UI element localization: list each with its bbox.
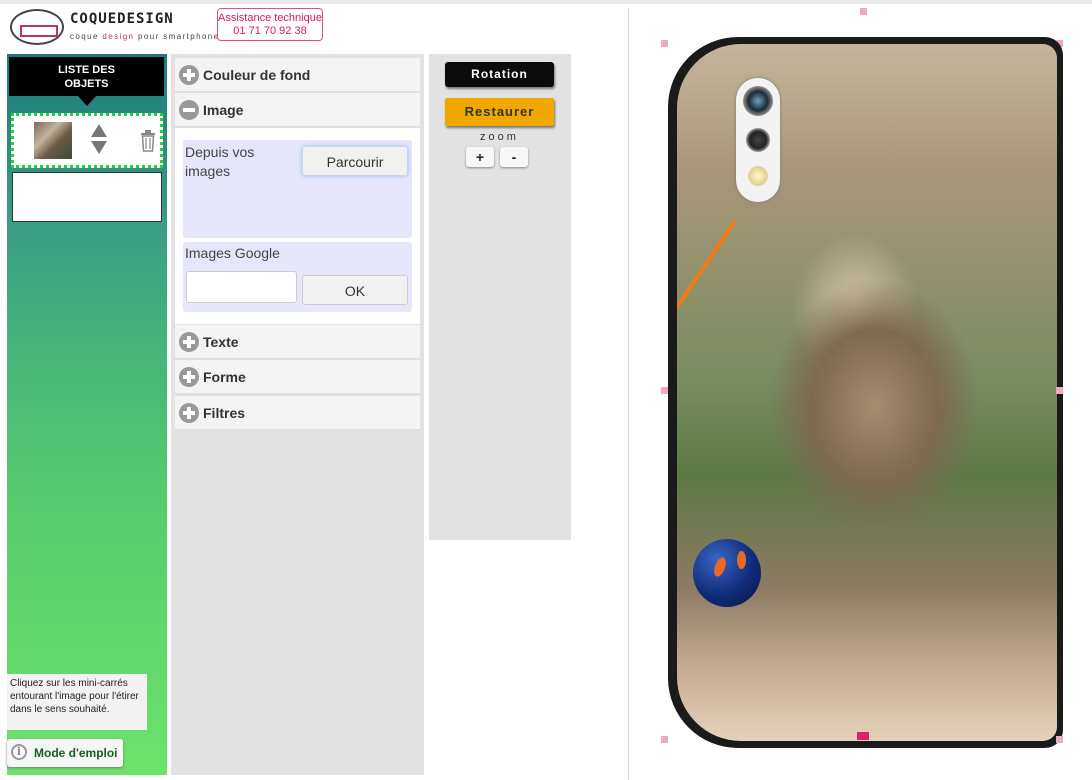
stretch-hint: Cliquez sur les mini-carrés entourant l'… (7, 674, 147, 730)
user-guide-label: Mode d'emploi (34, 746, 118, 760)
toy-ball (693, 539, 761, 607)
tech-support-box: Assistance technique 01 71 70 92 38 (217, 8, 323, 41)
transform-tools-panel (429, 54, 571, 540)
camera-lens-secondary-icon (746, 128, 770, 152)
accordion-texte[interactable]: Texte (175, 325, 420, 359)
plus-icon (179, 367, 199, 387)
resize-handle-bottom-right[interactable] (1056, 736, 1063, 743)
camera-cutout (736, 78, 780, 202)
zoom-out-button[interactable]: - (500, 147, 528, 167)
browse-button[interactable]: Parcourir (302, 146, 408, 176)
reorder-arrows[interactable] (89, 124, 109, 158)
zoom-label: zoom (480, 131, 519, 143)
google-ok-button[interactable]: OK (302, 275, 408, 305)
restore-button[interactable]: Restaurer (445, 98, 554, 126)
logo-mark (10, 9, 64, 45)
plus-icon (179, 403, 199, 423)
resize-handle-top-left[interactable] (661, 40, 668, 47)
accordion-filtres[interactable]: Filtres (175, 396, 420, 430)
flash-icon (748, 166, 768, 186)
accordion-image[interactable]: Image (175, 93, 420, 127)
accordion-couleur-de-fond[interactable]: Couleur de fond (175, 58, 420, 92)
rotation-button[interactable]: Rotation (445, 62, 554, 87)
resize-handle-bottom[interactable] (857, 732, 869, 740)
object-thumbnail[interactable] (34, 122, 72, 159)
objects-list-header: LISTE DES OBJETS (9, 57, 164, 96)
logo-name: COQUEDESIGN (70, 11, 174, 27)
tech-support-phone[interactable]: 01 71 70 92 38 (218, 25, 322, 38)
minus-icon (179, 100, 199, 120)
zoom-in-button[interactable]: + (466, 147, 494, 167)
down-arrow-icon[interactable] (91, 141, 107, 154)
tech-support-title: Assistance technique (218, 12, 322, 24)
object-slot-empty[interactable] (12, 172, 162, 222)
trash-icon[interactable] (140, 130, 156, 152)
object-item-selected[interactable] (11, 113, 163, 168)
up-arrow-icon[interactable] (91, 124, 107, 137)
kitten-photo[interactable] (677, 44, 1057, 741)
accordion-forme[interactable]: Forme (175, 360, 420, 394)
browser-top-strip (0, 0, 1092, 4)
local-images-label: Depuis vos images (185, 144, 255, 179)
resize-handle-top-guide[interactable] (860, 8, 867, 15)
objects-header-pointer (78, 96, 96, 106)
plus-icon (179, 65, 199, 85)
google-search-input[interactable] (186, 271, 297, 303)
info-icon: i (11, 744, 27, 760)
site-logo[interactable]: COQUEDESIGN coque design pour smartphone (10, 7, 218, 47)
google-images-label: Images Google (185, 245, 280, 261)
plus-icon (179, 332, 199, 352)
resize-handle-left[interactable] (661, 387, 668, 394)
resize-handle-bottom-left[interactable] (661, 736, 668, 743)
toy-wand (677, 219, 738, 504)
user-guide-button[interactable]: i Mode d'emploi (7, 739, 123, 767)
resize-handle-right[interactable] (1056, 387, 1063, 394)
phone-case-preview (668, 37, 1063, 748)
camera-lens-icon (743, 86, 773, 116)
logo-tagline: coque design pour smartphone (70, 32, 220, 41)
